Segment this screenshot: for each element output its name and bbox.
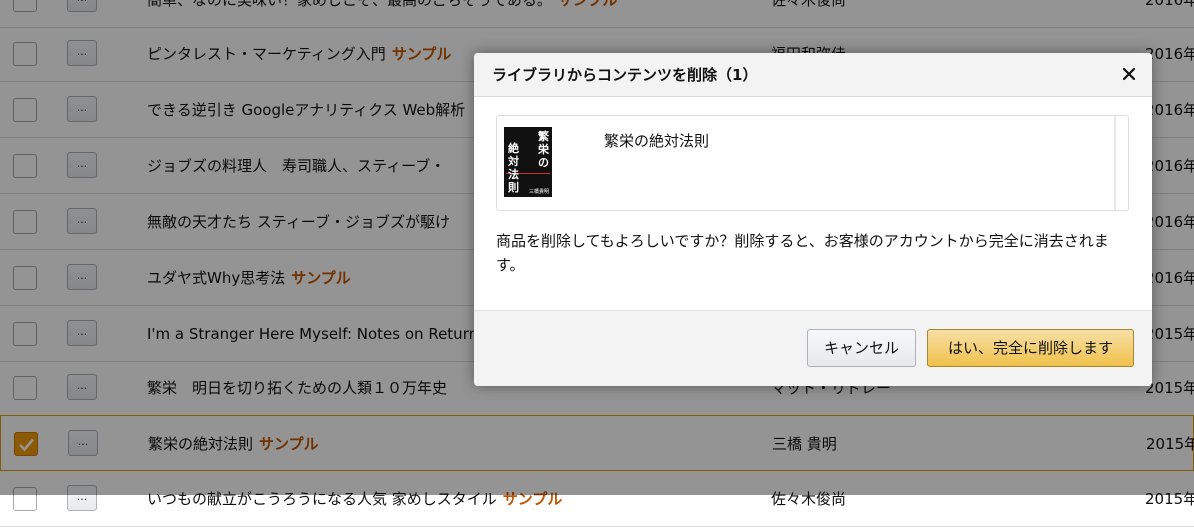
- svg-text:則: 則: [507, 180, 519, 194]
- svg-text:の: の: [538, 156, 549, 169]
- cancel-button[interactable]: キャンセル: [807, 329, 916, 367]
- dialog-title: ライブラリからコンテンツを削除（1）: [492, 66, 758, 84]
- book-cover-image: 繁 栄 の 絶 対 法 則 三橋貴明: [504, 127, 552, 197]
- item-list-scrollbar[interactable]: [1114, 116, 1116, 210]
- svg-text:法: 法: [508, 167, 519, 181]
- svg-text:絶: 絶: [508, 141, 519, 155]
- confirm-delete-button[interactable]: はい、完全に削除します: [927, 329, 1134, 367]
- item-title: 繁栄の絶対法則: [604, 132, 710, 150]
- dialog-footer: キャンセル はい、完全に削除します: [474, 310, 1152, 386]
- selected-item-box: 繁 栄 の 絶 対 法 則 三橋貴明 繁栄の絶対法則: [496, 115, 1129, 211]
- svg-text:対: 対: [507, 154, 519, 168]
- svg-text:三橋貴明: 三橋貴明: [529, 188, 549, 195]
- dialog-header: ライブラリからコンテンツを削除（1）: [474, 53, 1152, 97]
- svg-text:繁: 繁: [537, 129, 550, 143]
- delete-content-dialog: ライブラリからコンテンツを削除（1） 繁 栄 の 絶 対 法 則 三橋貴明 繁栄…: [474, 53, 1152, 386]
- close-icon[interactable]: [1120, 65, 1138, 83]
- svg-text:栄: 栄: [537, 142, 550, 156]
- delete-confirmation-message: 商品を削除してもよろしいですか？削除すると、お客様のアカウントから完全に消去され…: [496, 232, 1109, 274]
